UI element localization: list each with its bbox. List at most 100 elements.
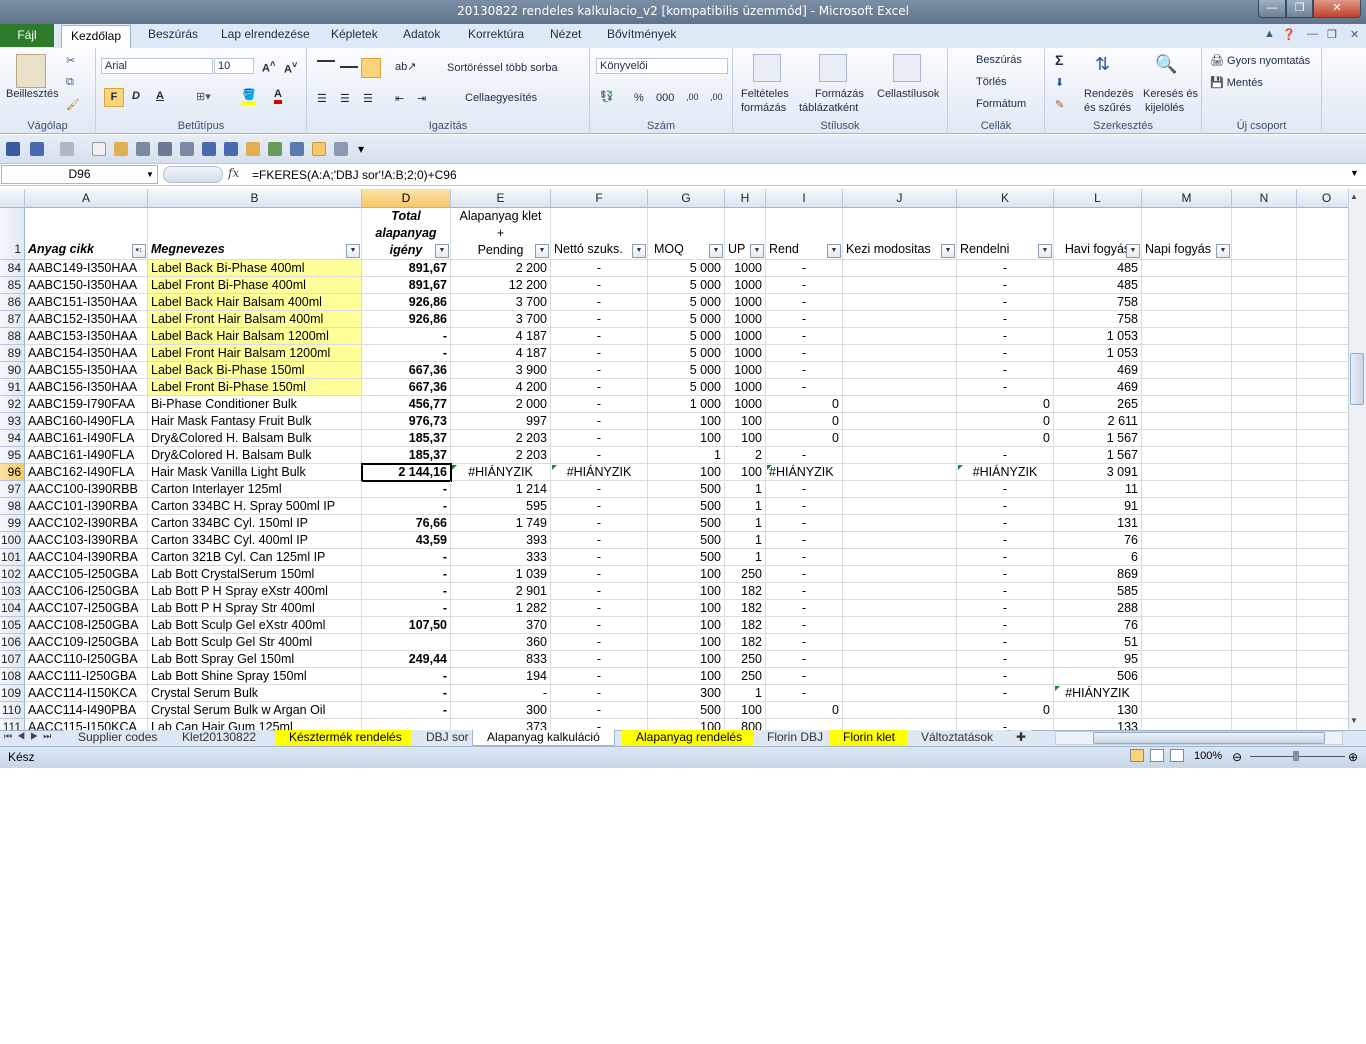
- cell-a[interactable]: AABC149-I350HAA: [25, 260, 148, 277]
- cell-b[interactable]: Carton 321B Cyl. Can 125ml IP: [148, 549, 362, 566]
- find-select-label-1[interactable]: Keresés és: [1143, 88, 1198, 100]
- cell-l[interactable]: 1 567: [1054, 447, 1142, 464]
- cell-f[interactable]: -: [551, 685, 648, 702]
- cell-g[interactable]: 500: [648, 702, 725, 719]
- cell-d[interactable]: 891,67: [362, 260, 451, 277]
- cell-i[interactable]: 0: [766, 413, 843, 430]
- align-top-icon[interactable]: [317, 60, 335, 76]
- cell-i[interactable]: 0: [766, 430, 843, 447]
- cell-g[interactable]: 5 000: [648, 379, 725, 396]
- cell-f[interactable]: -: [551, 481, 648, 498]
- cell-g[interactable]: 100: [648, 634, 725, 651]
- row-header[interactable]: 88: [0, 328, 25, 345]
- cell-j[interactable]: [843, 396, 957, 413]
- cell-h[interactable]: 1000: [725, 379, 766, 396]
- cell-d[interactable]: 926,86: [362, 294, 451, 311]
- cell-h[interactable]: 800: [725, 719, 766, 730]
- format-cells-button[interactable]: Formátum: [976, 98, 1026, 110]
- cell-f[interactable]: -: [551, 396, 648, 413]
- cell-b[interactable]: Lab Bott Shine Spray 150ml: [148, 668, 362, 685]
- cell-b[interactable]: Label Front Hair Balsam 400ml: [148, 311, 362, 328]
- column-header-b[interactable]: B: [148, 189, 362, 208]
- align-bottom-icon[interactable]: [361, 58, 381, 78]
- cell-i[interactable]: -: [766, 362, 843, 379]
- cell-g[interactable]: 100: [648, 668, 725, 685]
- maximize-button[interactable]: ❐: [1286, 0, 1313, 18]
- cell-g[interactable]: 500: [648, 515, 725, 532]
- header-cell-j[interactable]: Kezi modositas: [843, 208, 957, 260]
- cell-m[interactable]: [1142, 447, 1232, 464]
- italic-button[interactable]: D: [132, 90, 140, 102]
- cell-i[interactable]: -: [766, 583, 843, 600]
- cell-j[interactable]: [843, 464, 957, 481]
- cell-m[interactable]: [1142, 345, 1232, 362]
- cell-l[interactable]: 1 567: [1054, 430, 1142, 447]
- tab-insert[interactable]: Beszúrás: [148, 27, 198, 41]
- ribbon-minimize-icon[interactable]: ▲: [1264, 28, 1275, 40]
- cell-m[interactable]: [1142, 719, 1232, 730]
- print-icon[interactable]: [158, 142, 172, 156]
- header-cell-a[interactable]: Anyag cikk: [25, 208, 148, 260]
- cell-m[interactable]: [1142, 498, 1232, 515]
- cell-i[interactable]: #HIÁNYZIK: [766, 464, 843, 481]
- vertical-scroll-thumb[interactable]: [1350, 353, 1364, 405]
- cell-g[interactable]: 500: [648, 481, 725, 498]
- cell-i[interactable]: -: [766, 328, 843, 345]
- cell-a[interactable]: AABC155-I350HAA: [25, 362, 148, 379]
- cell-j[interactable]: [843, 413, 957, 430]
- column-header-k[interactable]: K: [957, 189, 1054, 208]
- cell-a[interactable]: AACC103-I390RBA: [25, 532, 148, 549]
- cell-f[interactable]: #HIÁNYZIK: [551, 464, 648, 481]
- cell-m[interactable]: [1142, 600, 1232, 617]
- cell-l[interactable]: 130: [1054, 702, 1142, 719]
- cell-n[interactable]: [1232, 600, 1297, 617]
- cell-g[interactable]: 100: [648, 464, 725, 481]
- cell-f[interactable]: -: [551, 600, 648, 617]
- cell-h[interactable]: 100: [725, 413, 766, 430]
- cell-i[interactable]: 0: [766, 702, 843, 719]
- column-header-f[interactable]: F: [551, 189, 648, 208]
- cell-j[interactable]: [843, 328, 957, 345]
- cell-l[interactable]: 469: [1054, 379, 1142, 396]
- cell-f[interactable]: -: [551, 413, 648, 430]
- cell-e[interactable]: 4 187: [451, 328, 551, 345]
- cell-l[interactable]: 131: [1054, 515, 1142, 532]
- cell-g[interactable]: 100: [648, 566, 725, 583]
- cell-k[interactable]: 0: [957, 396, 1054, 413]
- font-size-select[interactable]: 10: [214, 58, 254, 74]
- cell-g[interactable]: 100: [648, 600, 725, 617]
- cell-a[interactable]: AABC161-I490FLA: [25, 447, 148, 464]
- cell-m[interactable]: [1142, 362, 1232, 379]
- row-header[interactable]: 111: [0, 719, 25, 730]
- cell-k[interactable]: -: [957, 651, 1054, 668]
- cell-b[interactable]: Label Back Hair Balsam 1200ml: [148, 328, 362, 345]
- expand-formula-icon[interactable]: ▼: [1350, 168, 1359, 178]
- cell-o[interactable]: [1297, 396, 1348, 413]
- cell-g[interactable]: 100: [648, 617, 725, 634]
- cell-n[interactable]: [1232, 447, 1297, 464]
- cell-h[interactable]: 100: [725, 702, 766, 719]
- cell-k[interactable]: -: [957, 345, 1054, 362]
- header-cell-b[interactable]: Megnevezes: [148, 208, 362, 260]
- cell-m[interactable]: [1142, 328, 1232, 345]
- cell-a[interactable]: AABC161-I490FLA: [25, 430, 148, 447]
- cell-b[interactable]: Crystal Serum Bulk w Argan Oil: [148, 702, 362, 719]
- cell-l[interactable]: 76: [1054, 617, 1142, 634]
- cell-d[interactable]: 43,59: [362, 532, 451, 549]
- cell-n[interactable]: [1232, 328, 1297, 345]
- camera-icon[interactable]: [268, 142, 282, 156]
- cell-k[interactable]: -: [957, 617, 1054, 634]
- cell-j[interactable]: [843, 600, 957, 617]
- cell-h[interactable]: 1: [725, 685, 766, 702]
- cell-a[interactable]: AABC153-I350HAA: [25, 328, 148, 345]
- cell-g[interactable]: 500: [648, 498, 725, 515]
- cell-m[interactable]: [1142, 464, 1232, 481]
- sheet-nav-icons[interactable]: ⏮◀▶⏭: [4, 731, 56, 742]
- cell-d[interactable]: 107,50: [362, 617, 451, 634]
- cell-d[interactable]: [362, 634, 451, 651]
- cell-j[interactable]: [843, 668, 957, 685]
- cell-b[interactable]: Hair Mask Fantasy Fruit Bulk: [148, 413, 362, 430]
- close-button[interactable]: ✕: [1313, 0, 1361, 18]
- doc-restore-icon[interactable]: ❐: [1327, 28, 1337, 41]
- cell-a[interactable]: AABC152-I350HAA: [25, 311, 148, 328]
